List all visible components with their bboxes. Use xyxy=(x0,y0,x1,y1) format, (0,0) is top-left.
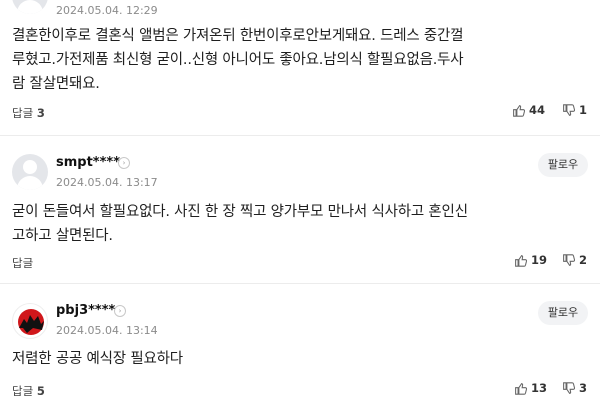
comment-line: 람 잘살면돼요. xyxy=(12,76,100,92)
dislike-count: 1 xyxy=(579,103,588,117)
reply-button[interactable]: 답글 3 xyxy=(12,105,45,121)
thumbs-down-icon xyxy=(563,381,575,394)
comment-line: 굳이 돈들여서 할필요없다. 사진 한 장 찍고 양가부모 만나서 식사하고 혼… xyxy=(12,204,468,220)
chevron-right-icon[interactable]: › xyxy=(114,305,126,317)
thumbs-down-icon xyxy=(563,253,575,266)
comment-body: 결혼한이후로 결혼식 앨범은 가져온뒤 한번이후로안보게돼요. 드레스 중간껄 … xyxy=(12,24,582,96)
like-button[interactable]: 44 xyxy=(512,103,545,117)
dislike-count: 3 xyxy=(579,381,588,395)
like-count: 44 xyxy=(529,103,546,117)
follow-button[interactable]: 팔로우 xyxy=(538,301,588,325)
user-avatar[interactable] xyxy=(12,0,48,14)
reply-label: 답글 xyxy=(12,384,34,398)
reply-label: 답글 xyxy=(12,106,34,120)
divider xyxy=(0,283,600,284)
dislike-button[interactable]: 2 xyxy=(562,253,587,267)
comment-body: 저렴한 공공 예식장 필요하다 xyxy=(12,347,582,371)
like-button[interactable]: 13 xyxy=(514,381,547,395)
dislike-button[interactable]: 1 xyxy=(562,103,587,117)
like-button[interactable]: 19 xyxy=(514,253,547,267)
like-count: 13 xyxy=(531,381,548,395)
chevron-right-icon[interactable]: › xyxy=(118,157,130,169)
user-avatar[interactable] xyxy=(12,154,48,190)
thumbs-down-icon xyxy=(563,103,575,116)
comment-line: 저렴한 공공 예식장 필요하다 xyxy=(12,351,183,367)
comment-timestamp: 2024.05.04. 12:29 xyxy=(56,4,158,17)
comment-line: 고하고 살면된다. xyxy=(12,228,113,244)
reply-count: 5 xyxy=(36,384,45,398)
thumbs-up-icon xyxy=(515,382,527,395)
dislike-count: 2 xyxy=(579,253,588,267)
reply-button[interactable]: 답글 5 xyxy=(12,383,45,399)
divider xyxy=(0,135,600,136)
thumbs-up-icon xyxy=(513,104,525,117)
reply-button[interactable]: 답글 xyxy=(12,255,33,271)
dislike-button[interactable]: 3 xyxy=(562,381,587,395)
comment-username[interactable]: smpt**** xyxy=(56,155,120,170)
follow-button[interactable]: 팔로우 xyxy=(538,153,588,177)
reply-count: 3 xyxy=(36,106,45,120)
comment-line: 결혼한이후로 결혼식 앨범은 가져온뒤 한번이후로안보게돼요. 드레스 중간껄 xyxy=(12,28,464,44)
comment-line: 루혔고.가전제품 최신형 굳이..신형 아니어도 좋아요.남의식 할필요없음.두… xyxy=(12,52,464,68)
user-avatar[interactable] xyxy=(12,303,48,339)
comment-body: 굳이 돈들여서 할필요없다. 사진 한 장 찍고 양가부모 만나서 식사하고 혼… xyxy=(12,200,582,248)
thumbs-up-icon xyxy=(515,254,527,267)
comment-timestamp: 2024.05.04. 13:17 xyxy=(56,176,158,189)
like-count: 19 xyxy=(531,253,548,267)
reply-label: 답글 xyxy=(12,256,34,270)
red-circle-avatar xyxy=(18,309,44,335)
comment-timestamp: 2024.05.04. 13:14 xyxy=(56,324,158,337)
comment-username[interactable]: pbj3**** xyxy=(56,303,115,318)
